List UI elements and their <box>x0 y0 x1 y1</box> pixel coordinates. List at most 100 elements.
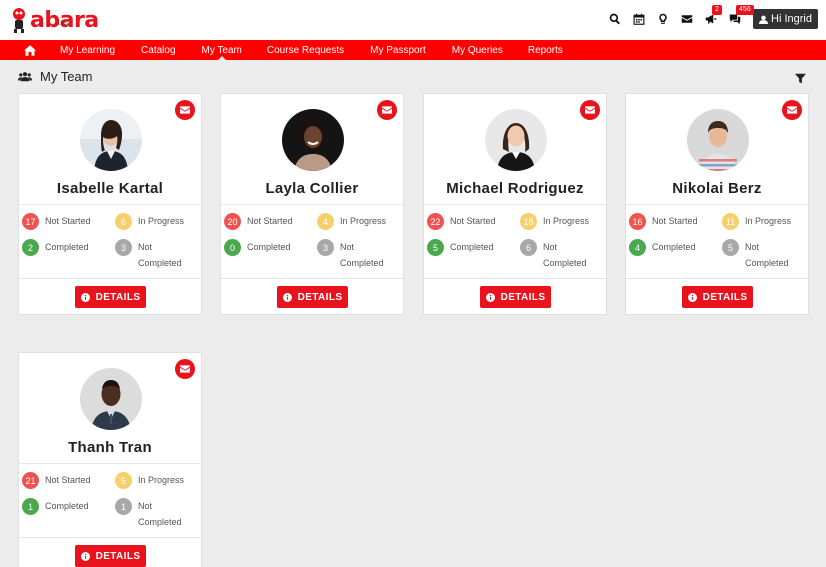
mascot-icon <box>13 8 25 33</box>
info-icon <box>80 551 90 561</box>
not-started-count: 17 <box>22 213 39 230</box>
nav-my-queries[interactable]: My Queries <box>452 40 503 60</box>
filter-icon[interactable] <box>795 71 806 84</box>
stat-label: Completed <box>45 501 89 511</box>
in-progress-stat[interactable]: 11 In Progress <box>722 213 791 230</box>
messages-badge: 456 <box>736 5 754 15</box>
in-progress-stat[interactable]: 6 In Progress <box>115 213 184 230</box>
details-button[interactable]: DETAILS <box>75 286 146 308</box>
user-greeting: Hi Ingrid <box>771 13 812 25</box>
calendar-icon[interactable] <box>627 8 651 30</box>
details-label: DETAILS <box>95 550 141 562</box>
details-button[interactable]: DETAILS <box>682 286 753 308</box>
details-label: DETAILS <box>702 291 748 303</box>
megaphone-icon[interactable]: 2 <box>699 5 723 30</box>
in-progress-stat[interactable]: 18 In Progress <box>520 213 589 230</box>
not-started-count: 20 <box>224 213 241 230</box>
not-completed-count: 3 <box>115 239 132 256</box>
not-completed-stat[interactable]: 6 Not Completed <box>520 239 587 271</box>
email-button[interactable] <box>580 100 600 120</box>
not-completed-count: 3 <box>317 239 334 256</box>
completed-count: 2 <box>22 239 39 256</box>
email-button[interactable] <box>377 100 397 120</box>
not-started-stat[interactable]: 20 Not Started <box>224 213 293 230</box>
completed-stat[interactable]: 0 Completed <box>224 239 291 256</box>
completed-count: 0 <box>224 239 241 256</box>
not-completed-stat[interactable]: 1 Not Completed <box>115 498 182 530</box>
details-label: DETAILS <box>500 291 546 303</box>
completed-stat[interactable]: 2 Completed <box>22 239 89 256</box>
top-bar: abara LMS 2 456 Hi Ingrid <box>0 0 826 40</box>
team-member-card: Isabelle Kartal 17 Not Started 6 In Progre… <box>18 93 202 315</box>
stat-label: Not Started <box>450 216 496 226</box>
in-progress-stat[interactable]: 4 In Progress <box>317 213 386 230</box>
lightbulb-icon[interactable] <box>651 8 675 30</box>
search-icon[interactable] <box>603 8 627 30</box>
details-button[interactable]: DETAILS <box>75 545 146 567</box>
team-icon <box>18 71 32 81</box>
nav-catalog[interactable]: Catalog <box>141 40 175 60</box>
stat-label: Not Started <box>247 216 293 226</box>
not-completed-stat[interactable]: 3 Not Completed <box>317 239 384 271</box>
not-started-stat[interactable]: 16 Not Started <box>629 213 698 230</box>
nav-my-learning[interactable]: My Learning <box>60 40 115 60</box>
page-heading: My Team <box>18 69 93 84</box>
brand-name: abara <box>30 7 99 33</box>
team-member-card: Nikolai Berz 16 Not Started 11 In Progress… <box>625 93 809 315</box>
stat-label: In Progress <box>138 216 185 226</box>
stat-label: Not Completed <box>340 242 384 268</box>
not-completed-count: 5 <box>722 239 739 256</box>
details-button[interactable]: DETAILS <box>480 286 551 308</box>
in-progress-count: 11 <box>722 213 739 230</box>
envelope-icon[interactable] <box>675 8 699 30</box>
nav-my-passport[interactable]: My Passport <box>370 40 426 60</box>
completed-stat[interactable]: 5 Completed <box>427 239 494 256</box>
home-icon[interactable] <box>0 40 60 60</box>
email-button[interactable] <box>175 100 195 120</box>
completed-stat[interactable]: 1 Completed <box>22 498 89 515</box>
page-title: My Team <box>40 69 93 84</box>
member-name: Thanh Tran <box>68 439 152 456</box>
member-name: Nikolai Berz <box>672 180 762 197</box>
user-menu-button[interactable]: Hi Ingrid <box>753 9 818 29</box>
in-progress-count: 6 <box>115 213 132 230</box>
avatar <box>687 109 749 171</box>
avatar <box>80 368 142 430</box>
team-member-card: Thanh Tran 21 Not Started 5 In Progress 1C… <box>18 352 202 567</box>
brand-logo[interactable]: abara <box>10 5 99 35</box>
not-started-stat[interactable]: 21 Not Started <box>22 472 91 489</box>
email-button[interactable] <box>782 100 802 120</box>
completed-count: 5 <box>427 239 444 256</box>
stat-label: Completed <box>247 242 291 252</box>
email-button[interactable] <box>175 359 195 379</box>
chat-icon[interactable]: 456 <box>723 5 754 30</box>
in-progress-count: 18 <box>520 213 537 230</box>
stat-label: In Progress <box>138 475 185 485</box>
not-started-count: 22 <box>427 213 444 230</box>
info-icon <box>485 292 495 302</box>
details-button[interactable]: DETAILS <box>277 286 348 308</box>
not-started-stat[interactable]: 17 Not Started <box>22 213 91 230</box>
avatar <box>282 109 344 171</box>
not-started-count: 21 <box>22 472 39 489</box>
envelope-icon <box>382 106 392 114</box>
nav-course-requests[interactable]: Course Requests <box>267 40 344 60</box>
envelope-icon <box>787 106 797 114</box>
in-progress-stat[interactable]: 5 In Progress <box>115 472 184 489</box>
in-progress-count: 5 <box>115 472 132 489</box>
stat-label: Not Completed <box>138 501 182 527</box>
stat-label: Completed <box>450 242 494 252</box>
stat-label: In Progress <box>340 216 387 226</box>
not-completed-stat[interactable]: 5 Not Completed <box>722 239 789 271</box>
notifications-badge: 2 <box>712 5 722 15</box>
nav-reports[interactable]: Reports <box>528 40 563 60</box>
completed-count: 4 <box>629 239 646 256</box>
nav-my-team[interactable]: My Team <box>202 40 242 60</box>
not-started-stat[interactable]: 22 Not Started <box>427 213 496 230</box>
team-member-card: Layla Collier 20 Not Started 4 In Progress… <box>220 93 404 315</box>
completed-count: 1 <box>22 498 39 515</box>
not-completed-stat[interactable]: 3 Not Completed <box>115 239 182 271</box>
stat-label: Completed <box>652 242 696 252</box>
completed-stat[interactable]: 4 Completed <box>629 239 696 256</box>
member-name: Isabelle Kartal <box>56 180 164 197</box>
